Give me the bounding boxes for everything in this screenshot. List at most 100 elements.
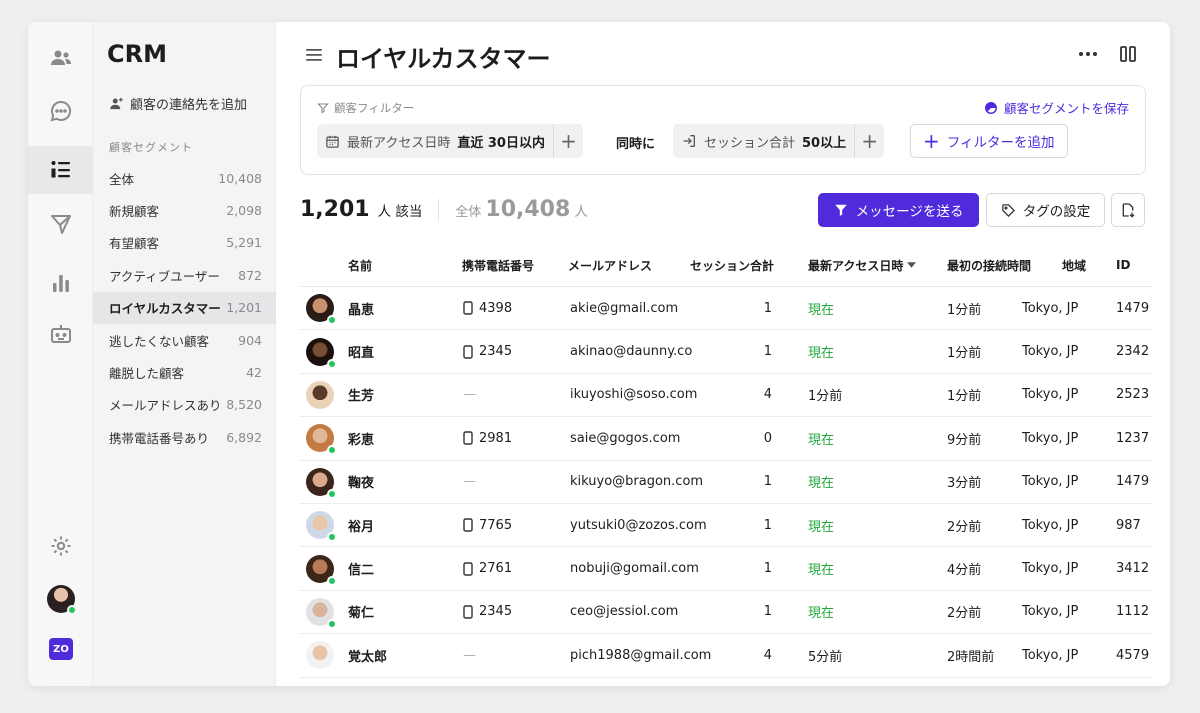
table-row[interactable]: 昭直 2345 akinao@daunny.co 1 現在 1分前 Tokyo, JP 234… (300, 330, 1152, 374)
customer-id: 987 (1116, 517, 1141, 533)
add-filter-button[interactable]: + フィルターを追加 (910, 124, 1068, 158)
first-connect: 4分前 (947, 563, 982, 579)
online-indicator (327, 358, 337, 369)
filter-chip-last-access[interactable]: 最新アクセス日時 直近 30日以内 + (317, 124, 583, 158)
export-button[interactable] (1111, 193, 1145, 227)
chip-add-button[interactable]: + (552, 124, 583, 158)
table-row[interactable]: 鞠夜 — kikuyo@bragon.com 1 現在 3分前 Tokyo, JP 1479 (300, 461, 1152, 504)
filter-chip-sessions[interactable]: セッション合計 50以上 + (673, 124, 885, 158)
col-last-access[interactable]: 最新アクセス日時 (808, 257, 917, 274)
page-title: ロイヤルカスタマー (336, 45, 551, 73)
list-icon[interactable] (28, 146, 93, 194)
region: Tokyo, JP (1022, 604, 1079, 620)
table-row[interactable]: 覚太郎 — pich1988@gmail.com 4 5分前 2時間前 Tokyo, JP 4… (300, 634, 1152, 678)
online-indicator (327, 315, 337, 326)
col-phone[interactable]: 携帯電話番号 (462, 257, 534, 274)
region: Tokyo, JP (1022, 561, 1079, 577)
login-icon (683, 135, 695, 147)
email-address: saie@gogos.com (570, 430, 681, 446)
send-message-button[interactable]: メッセージを送る (818, 193, 979, 227)
first-connect: 9分前 (947, 432, 982, 448)
last-access: 現在 (808, 432, 835, 448)
customer-id: 1479 (1116, 300, 1150, 316)
hamburger-menu-icon[interactable] (305, 46, 323, 64)
segment-label: 全体 (109, 171, 135, 187)
avatar (306, 380, 334, 409)
col-email[interactable]: メールアドレス (568, 257, 652, 274)
customer-name: 覚太郎 (348, 649, 388, 665)
customer-name: 晶恵 (348, 302, 375, 318)
phone-cell: — (463, 474, 476, 489)
chip-add-button[interactable]: + (854, 124, 884, 158)
segment-item[interactable]: 逃したくない顧客 904 (93, 324, 276, 356)
chat-icon[interactable] (28, 86, 93, 136)
customer-id: 3412 (1116, 561, 1150, 577)
chip-field: セッション合計 (704, 135, 796, 151)
first-connect: 1分前 (947, 302, 982, 318)
last-access: 1分前 (808, 389, 843, 405)
online-indicator (67, 605, 77, 615)
avatar (306, 337, 337, 369)
table-row[interactable]: 信二 2761 nobuji@gomail.com 1 現在 4分前 Tokyo, JP 34… (300, 547, 1152, 591)
segment-list: 全体 10,408 新規顧客 2,098 有望顧客 5,291 アクティブユーザー 872 ロイ… (93, 162, 276, 454)
summary-divider (438, 198, 440, 221)
columns-layout-icon[interactable] (1118, 44, 1138, 64)
last-access: 現在 (808, 476, 835, 492)
col-region[interactable]: 地域 (1062, 257, 1086, 274)
more-options-icon[interactable] (1076, 44, 1100, 64)
table-row[interactable]: 菊仁 2345 ceo@jessiol.com 1 現在 2分前 Tokyo, JP 1112 (300, 591, 1152, 635)
segment-item[interactable]: ロイヤルカスタマー 1,201 (93, 291, 276, 324)
session-count: 1 (763, 604, 772, 620)
total-unit: 人 (574, 204, 588, 220)
session-count: 1 (763, 300, 772, 316)
chip-value: 直近 30日以内 (457, 135, 545, 151)
mobile-phone-icon (463, 518, 473, 532)
save-segment-link[interactable]: 顧客セグメントを保存 (984, 98, 1129, 117)
filter-send-icon (834, 204, 847, 216)
gear-icon[interactable] (28, 521, 93, 571)
bot-icon[interactable] (28, 309, 93, 359)
table-row[interactable]: 裕月 7765 yutsuki0@zozos.com 1 現在 2分前 Tokyo, JP 9… (300, 504, 1152, 548)
table-row[interactable]: 彩恵 2981 saie@gogos.com 0 現在 9分前 Tokyo, JP 1237 (300, 417, 1152, 461)
segment-count: 904 (238, 332, 262, 348)
segment-item[interactable]: アクティブユーザー 872 (93, 259, 276, 291)
filter-icon (317, 103, 329, 114)
segment-item[interactable]: 離脱した顧客 42 (93, 356, 276, 388)
region: Tokyo, JP (1022, 517, 1079, 533)
table-row[interactable]: 生芳 — ikuyoshi@soso.com 4 1分前 1分前 Tokyo, JP 2523 (300, 374, 1152, 418)
col-id[interactable]: ID (1116, 258, 1130, 272)
segment-item[interactable]: 携帯電話番号あり 6,892 (93, 421, 276, 453)
col-name[interactable]: 名前 (348, 257, 372, 274)
users-icon[interactable] (28, 33, 93, 83)
filter-label: 顧客フィルター (317, 100, 414, 116)
table-row[interactable]: 晶恵 4398 akie@gmail.com 1 現在 1分前 Tokyo, JP 1479 (300, 287, 1152, 331)
mobile-phone-icon (463, 344, 473, 359)
user-avatar[interactable] (47, 585, 77, 615)
add-contact-button[interactable]: 顧客の連絡先を追加 (109, 94, 247, 113)
col-sessions[interactable]: セッション合計 (690, 257, 774, 274)
send-icon[interactable] (28, 199, 93, 249)
tag-settings-button[interactable]: タグの設定 (986, 193, 1105, 227)
avatar (306, 467, 337, 499)
segment-sidebar: CRM 顧客の連絡先を追加 顧客セグメント 全体 10,408 新規顧客 2,098 有… (93, 22, 276, 686)
session-count: 4 (763, 647, 772, 663)
phone-number: — (463, 474, 476, 490)
filter-label-text: 顧客フィルター (334, 101, 415, 115)
customer-id: 1112 (1116, 604, 1150, 620)
first-connect: 1分前 (947, 346, 982, 362)
online-indicator (327, 445, 337, 456)
col-first-connect[interactable]: 最初の接続時間 (947, 257, 1031, 274)
segment-item[interactable]: 有望顧客 5,291 (93, 227, 276, 259)
add-user-icon (110, 97, 123, 110)
phone-cell: 2981 (463, 431, 512, 446)
segment-item[interactable]: メールアドレスあり 8,520 (93, 389, 276, 421)
customer-name: 裕月 (348, 519, 375, 535)
filter-panel: 顧客フィルター 顧客セグメントを保存 最新アクセス日時 直近 30日以内 + 同… (300, 85, 1146, 175)
last-access: 5分前 (808, 649, 843, 665)
chip-value: 50以上 (802, 135, 847, 151)
phone-number: — (463, 387, 476, 403)
segment-item[interactable]: 新規顧客 2,098 (93, 194, 276, 226)
avatar (306, 424, 337, 456)
segment-item[interactable]: 全体 10,408 (93, 162, 276, 194)
analytics-icon[interactable] (28, 258, 93, 308)
